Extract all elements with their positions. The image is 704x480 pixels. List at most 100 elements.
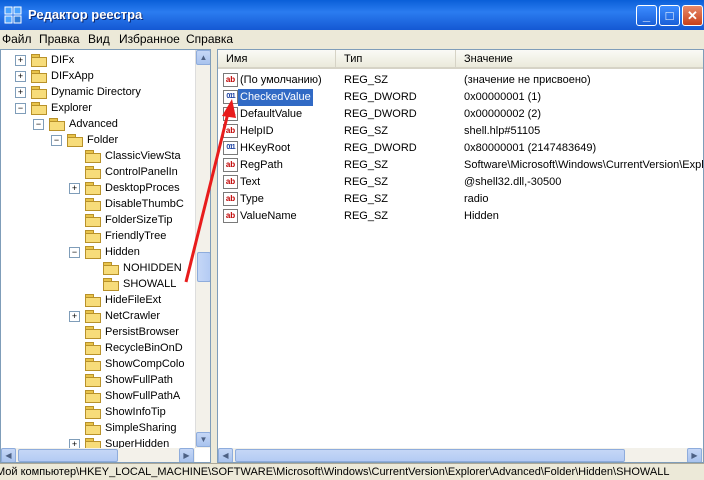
value-data: 0x00000001 (1)	[464, 91, 542, 103]
value-row[interactable]: ab HelpID REG_SZ shell.hlp#51105	[218, 123, 703, 140]
scroll-thumb[interactable]	[197, 252, 210, 282]
maximize-button[interactable]: □	[659, 5, 680, 26]
tree-node[interactable]: + NetCrawler	[1, 308, 195, 324]
folder-icon	[85, 374, 101, 387]
tree-node[interactable]: ShowFullPathA	[1, 388, 195, 404]
horizontal-scroll-thumb[interactable]	[235, 449, 625, 462]
expand-icon[interactable]: +	[15, 55, 26, 66]
expand-icon[interactable]: +	[69, 311, 80, 322]
folder-icon	[85, 166, 101, 179]
column-header-value[interactable]: Значение	[456, 50, 703, 69]
tree-node[interactable]: + DesktopProces	[1, 180, 195, 196]
tree-node[interactable]: − Advanced	[1, 116, 195, 132]
tree-node[interactable]: DisableThumbC	[1, 196, 195, 212]
minimize-button[interactable]: _	[636, 5, 657, 26]
tree-node[interactable]: PersistBrowser	[1, 324, 195, 340]
scroll-right-button[interactable]: ▶	[687, 448, 702, 462]
value-row[interactable]: 011 DefaultValue REG_DWORD 0x00000002 (2)	[218, 106, 703, 123]
scroll-left-button[interactable]: ◀	[1, 448, 16, 462]
folder-icon	[85, 310, 101, 323]
collapse-icon[interactable]: −	[69, 247, 80, 258]
tree-node-label: DIFx	[51, 54, 75, 66]
tree-horizontal-scrollbar[interactable]: ◀ ▶	[1, 448, 195, 462]
folder-icon	[85, 182, 101, 195]
horizontal-scroll-thumb[interactable]	[18, 449, 118, 462]
value-type: REG_SZ	[344, 159, 389, 171]
menu-file[interactable]: Файл	[2, 32, 32, 46]
expand-icon[interactable]: +	[15, 71, 26, 82]
column-header-type[interactable]: Тип	[336, 50, 456, 69]
column-header-name[interactable]: Имя	[218, 50, 336, 69]
tree-node[interactable]: − Explorer	[1, 100, 195, 116]
value-data: Software\Microsoft\Windows\CurrentVersio…	[464, 159, 704, 171]
tree-node-label: DIFxApp	[51, 70, 94, 82]
tree-node-label: DesktopProces	[105, 182, 180, 194]
tree-node-label: NetCrawler	[105, 310, 161, 322]
value-row[interactable]: ab (По умолчанию) REG_SZ (значение не присв…	[218, 72, 703, 89]
tree-node[interactable]: ShowInfoTip	[1, 404, 195, 420]
value-row[interactable]: 011 CheckedValue REG_DWORD 0x00000001 (1)	[218, 89, 703, 106]
tree-node[interactable]: RecycleBinOnD	[1, 340, 195, 356]
tree-node[interactable]: ShowCompColo	[1, 356, 195, 372]
close-icon: ✕	[687, 8, 698, 23]
collapse-icon[interactable]: −	[33, 119, 44, 130]
tree-node[interactable]: SimpleSharing	[1, 420, 195, 436]
tree-node[interactable]: HideFileExt	[1, 292, 195, 308]
value-name: HKeyRoot	[240, 142, 291, 154]
tree-node[interactable]: + DIFx	[1, 52, 195, 68]
tree-node[interactable]: − Hidden	[1, 244, 195, 260]
binary-value-icon: 011	[223, 90, 238, 104]
tree-node[interactable]: ClassicViewSta	[1, 148, 195, 164]
list-horizontal-scrollbar[interactable]: ◀ ▶	[218, 448, 703, 462]
registry-tree[interactable]: + DIFx + DIFxApp + Dynamic Directory − Explorer…	[0, 49, 211, 463]
folder-icon	[67, 134, 83, 147]
menu-view[interactable]: Вид	[88, 32, 110, 46]
arrow-up-icon: ▲	[199, 53, 208, 62]
collapse-icon[interactable]: −	[51, 135, 62, 146]
tree-node[interactable]: FriendlyTree	[1, 228, 195, 244]
values-list[interactable]: Имя Тип Значение ab (По умолчанию) REG_SZ(…	[217, 49, 704, 463]
string-value-icon: ab	[223, 158, 238, 172]
scroll-down-button[interactable]: ▼	[196, 432, 210, 447]
tree-node[interactable]: ShowFullPath	[1, 372, 195, 388]
value-name: RegPath	[240, 159, 283, 171]
tree-node[interactable]: NOHIDDEN	[1, 260, 195, 276]
value-row[interactable]: ab Text REG_SZ @shell32.dll,-30500	[218, 174, 703, 191]
value-row[interactable]: ab RegPath REG_SZ Software\Microsoft\Window…	[218, 157, 703, 174]
value-row[interactable]: ab ValueName REG_SZ Hidden	[218, 208, 703, 225]
maximize-icon: □	[665, 8, 674, 23]
tree-node-label: Explorer	[51, 102, 92, 114]
value-name: ValueName	[240, 210, 297, 222]
tree-node-label: HideFileExt	[105, 294, 162, 306]
string-value-icon: ab	[223, 192, 238, 206]
menu-help[interactable]: Справка	[186, 32, 233, 46]
folder-icon	[85, 358, 101, 371]
folder-icon	[85, 342, 101, 355]
menu-edit[interactable]: Правка	[39, 32, 80, 46]
menu-favorites[interactable]: Избранное	[119, 32, 180, 46]
tree-node[interactable]: + DIFxApp	[1, 68, 195, 84]
tree-node[interactable]: + Dynamic Directory	[1, 84, 195, 100]
tree-node[interactable]: SHOWALL	[1, 276, 195, 292]
tree-node-label: DisableThumbC	[105, 198, 184, 210]
arrow-down-icon: ▼	[199, 435, 208, 444]
tree-node[interactable]: − Folder	[1, 132, 195, 148]
tree-node[interactable]: FolderSizeTip	[1, 212, 195, 228]
tree-node[interactable]: ControlPanelIn	[1, 164, 195, 180]
scroll-right-button[interactable]: ▶	[179, 448, 194, 462]
tree-node-label: ShowCompColo	[105, 358, 185, 370]
close-button[interactable]: ✕	[682, 5, 703, 26]
scroll-up-button[interactable]: ▲	[196, 50, 210, 65]
value-name: HelpID	[240, 125, 274, 137]
value-name: DefaultValue	[240, 108, 303, 120]
collapse-icon[interactable]: −	[15, 103, 26, 114]
value-row[interactable]: ab Type REG_SZ radio	[218, 191, 703, 208]
column-header-value-label: Значение	[464, 53, 513, 65]
tree-node-label: ShowFullPathA	[105, 390, 181, 402]
value-row[interactable]: 011 HKeyRoot REG_DWORD 0x80000001 (21474836…	[218, 140, 703, 157]
tree-vertical-scrollbar[interactable]: ▲ ▼	[195, 50, 210, 448]
expand-icon[interactable]: +	[69, 183, 80, 194]
expand-icon[interactable]: +	[15, 87, 26, 98]
scroll-left-button[interactable]: ◀	[218, 448, 233, 462]
tree-node-label: FriendlyTree	[105, 230, 167, 242]
